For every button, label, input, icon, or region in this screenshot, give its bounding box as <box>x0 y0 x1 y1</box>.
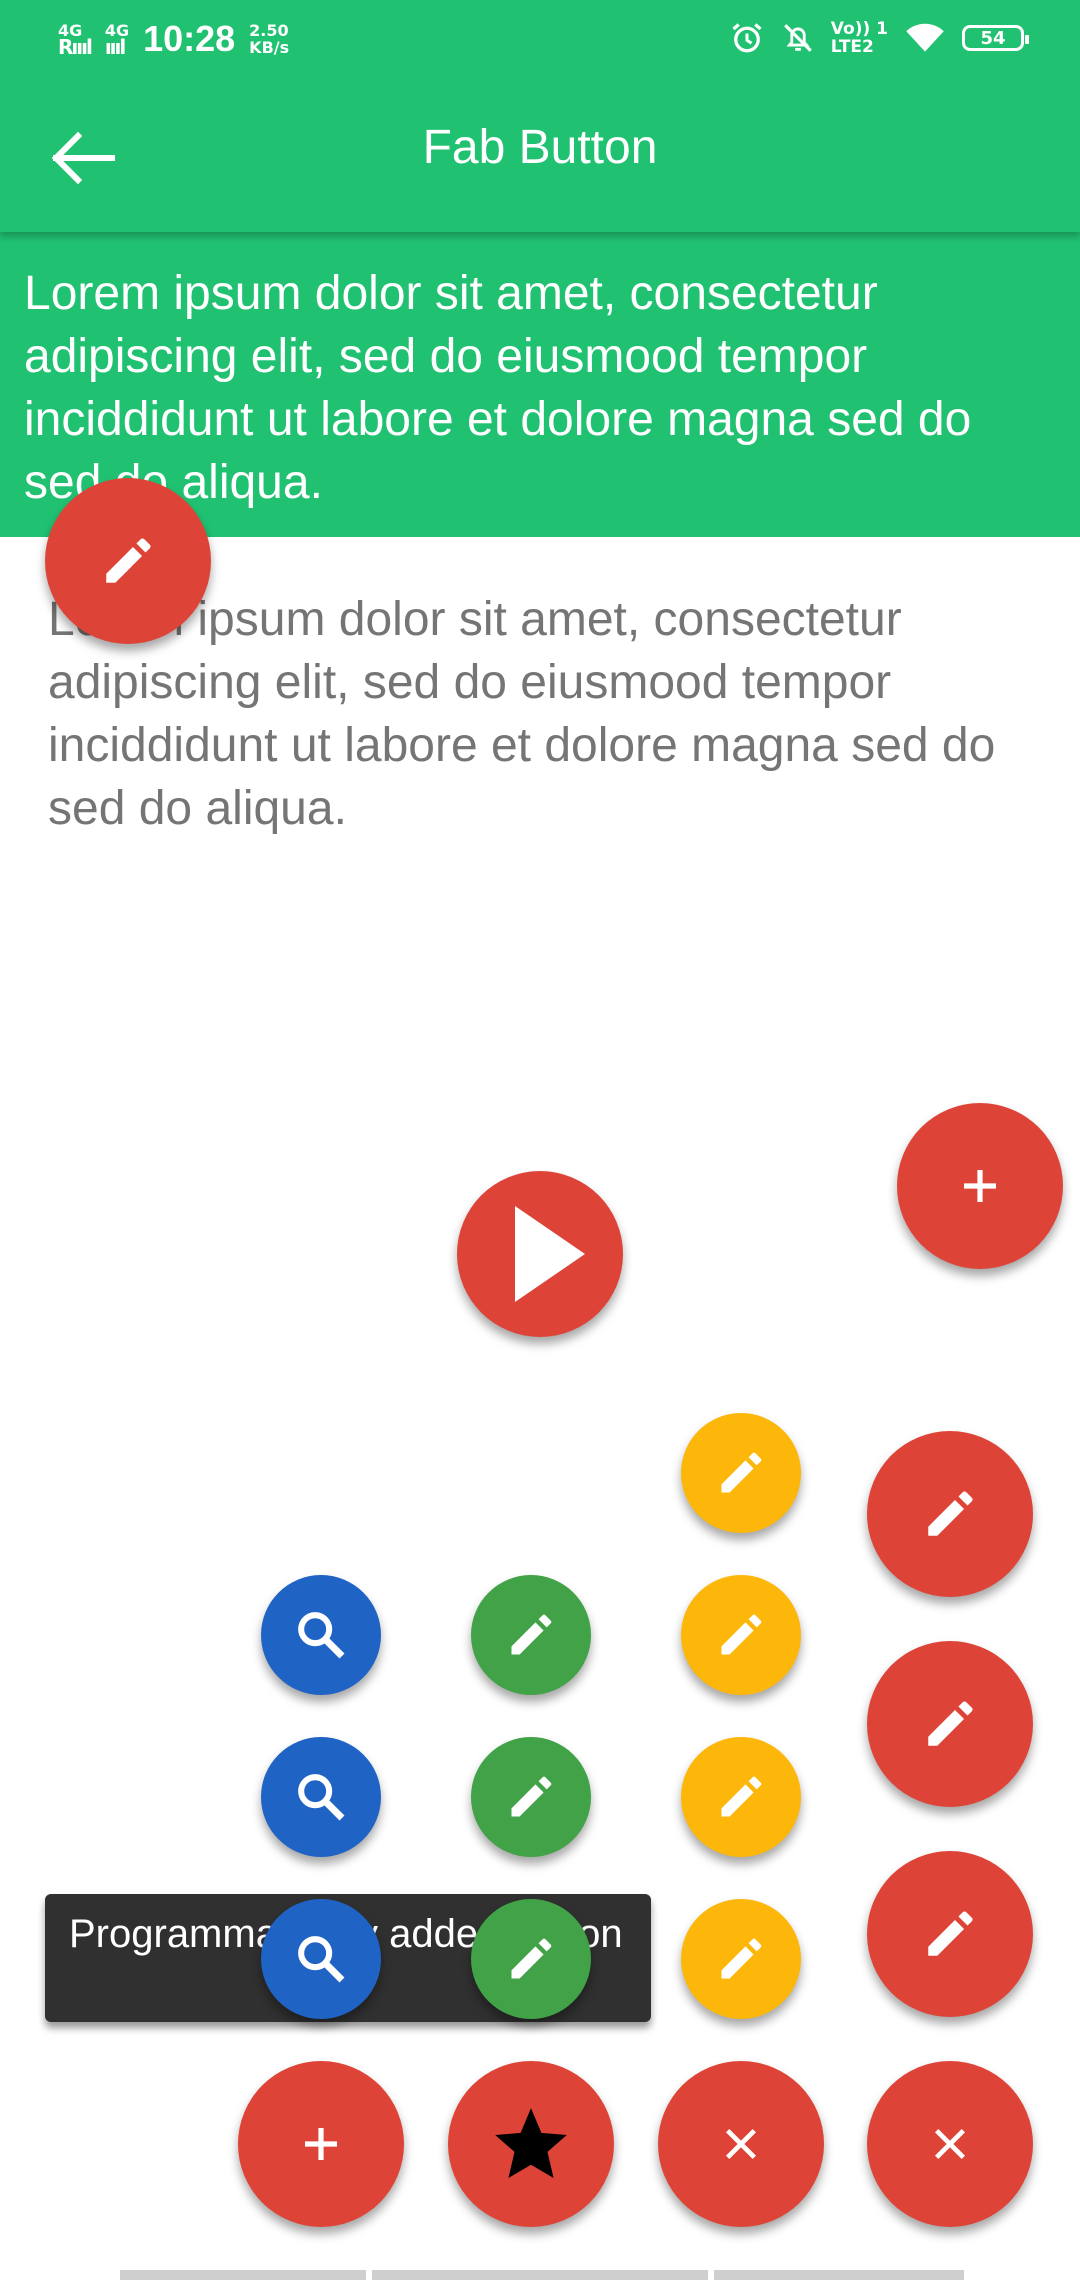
volte-label: Vo)) 1 <box>830 19 888 39</box>
alarm-icon <box>732 23 762 53</box>
close-icon <box>726 2129 756 2159</box>
pencil-icon <box>928 1491 973 1536</box>
bell-off-icon <box>783 24 812 52</box>
network-speed: 2.50 KB/s <box>249 22 289 56</box>
play-icon <box>515 1206 585 1302</box>
play-fab[interactable] <box>457 1171 623 1337</box>
pencil-icon <box>721 1614 762 1655</box>
page-title: Fab Button <box>422 121 658 174</box>
content-text: Lorem ipsum dolor sit amet, consectetur … <box>48 593 996 835</box>
edit-fab-red-2[interactable] <box>867 1641 1033 1807</box>
anchored-edit-fab[interactable] <box>45 478 211 644</box>
add-fab[interactable] <box>897 1103 1063 1269</box>
star-icon <box>495 2108 567 2179</box>
pencil-icon <box>511 1938 552 1979</box>
edit-fab-yellow-3[interactable] <box>681 1737 801 1857</box>
edit-fab-green-2[interactable] <box>471 1737 591 1857</box>
signal-bars-icon: Rıııl <box>58 35 93 59</box>
edit-fab-red-1[interactable] <box>867 1431 1033 1597</box>
close-fab-1[interactable] <box>658 2061 824 2227</box>
signal-bars-icon: ıııl <box>104 35 126 59</box>
status-left: 4G Rıııl 4G ıııl 10:28 2.50 KB/s <box>58 18 289 60</box>
close-fab-2[interactable] <box>867 2061 1033 2227</box>
nav-bar-segment <box>120 2270 366 2280</box>
pencil-icon <box>721 1938 762 1979</box>
edit-fab-yellow-2[interactable] <box>681 1575 801 1695</box>
clock: 10:28 <box>143 18 236 59</box>
edit-fab-yellow-1[interactable] <box>681 1413 801 1533</box>
pencil-icon <box>511 1776 552 1817</box>
pencil-icon <box>106 538 151 583</box>
roaming-indicator: R <box>58 35 73 59</box>
volte-indicator: Vo)) 1 LTE2 <box>831 20 888 56</box>
wifi-icon <box>906 23 944 52</box>
nav-bar-segment <box>714 2270 964 2280</box>
search-fab-1[interactable] <box>261 1575 381 1695</box>
add-fab-bottom[interactable] <box>238 2061 404 2227</box>
pencil-icon <box>928 1911 973 1956</box>
edit-fab-green-3[interactable] <box>471 1899 591 2019</box>
signal-2: 4G ıııl <box>104 23 129 59</box>
battery-icon: 54 <box>962 25 1029 51</box>
status-right: Vo)) 1 LTE2 54 <box>729 20 1029 56</box>
edit-fab-red-3[interactable] <box>867 1851 1033 2017</box>
status-bar: 4G Rıııl 4G ıııl 10:28 2.50 KB/s Vo)) 1 … <box>0 0 1080 84</box>
search-icon <box>298 1774 345 1821</box>
search-icon <box>298 1936 345 1983</box>
header-text: Lorem ipsum dolor sit amet, consectetur … <box>24 267 972 509</box>
signal-1: 4G Rıııl <box>58 23 93 59</box>
pencil-icon <box>721 1452 762 1493</box>
star-fab[interactable] <box>448 2061 614 2227</box>
edit-fab-green-1[interactable] <box>471 1575 591 1695</box>
search-fab-3[interactable] <box>261 1899 381 2019</box>
nav-bar-segment <box>372 2270 708 2280</box>
plus-icon <box>964 1170 996 1202</box>
edit-fab-yellow-4[interactable] <box>681 1899 801 2019</box>
pencil-icon <box>511 1614 552 1655</box>
search-fab-2[interactable] <box>261 1737 381 1857</box>
search-icon <box>298 1612 345 1659</box>
speed-value: 2.50 <box>249 21 289 40</box>
pencil-icon <box>721 1776 762 1817</box>
lte-label: LTE2 <box>830 37 874 57</box>
pencil-icon <box>928 1701 973 1746</box>
battery-level: 54 <box>980 27 1006 49</box>
app-bar: Fab Button <box>0 84 1080 232</box>
close-icon <box>935 2129 965 2159</box>
plus-icon <box>305 2128 337 2160</box>
speed-unit: KB/s <box>249 38 290 57</box>
